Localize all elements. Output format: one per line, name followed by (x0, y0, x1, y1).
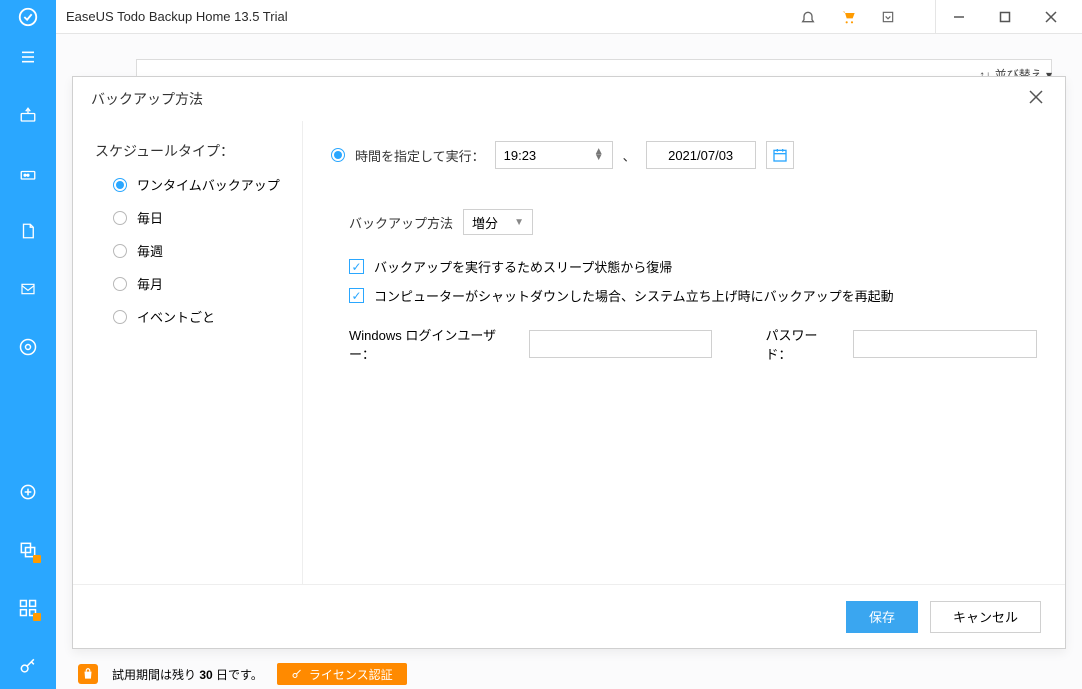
dialog-footer: 保存 キャンセル (73, 584, 1065, 648)
time-value: 19:23 (504, 148, 537, 163)
bag-icon (78, 664, 98, 684)
backup-method-dialog: バックアップ方法 スケジュールタイプ： ワンタイムバックアップ 毎日 毎週 毎月… (72, 76, 1066, 649)
radio-selected-icon (113, 178, 127, 192)
dialog-header: バックアップ方法 (73, 77, 1065, 121)
wake-checkbox-label: バックアップを実行するためスリープ状態から復帰 (374, 257, 672, 276)
date-separator: 、 (623, 146, 636, 165)
backup-method-row: バックアップ方法 増分 ▼ (349, 209, 1037, 235)
radio-icon (113, 244, 127, 258)
activate-label: ライセンス認証 (309, 666, 393, 683)
radio-icon (113, 211, 127, 225)
restart-checkbox[interactable]: ✓ (349, 288, 364, 303)
disk-backup-icon[interactable] (17, 104, 39, 126)
calendar-button[interactable] (766, 141, 794, 169)
main-area: ↑↓ 並び替え ▾ ▾ バックアップ方法 スケジュールタイプ： ワンタイムバック… (56, 34, 1082, 689)
chevron-down-icon: ▼ (514, 217, 524, 228)
win-user-label: Windows ログインユーザー： (349, 325, 517, 363)
close-icon[interactable] (1025, 86, 1047, 113)
win-user-input[interactable] (529, 330, 713, 358)
backup-method-value: 増分 (472, 213, 498, 232)
sidebar (0, 34, 56, 689)
titlebar-left: EaseUS Todo Backup Home 13.5 Trial (0, 0, 799, 34)
file-backup-icon[interactable] (17, 220, 39, 242)
tools-icon[interactable] (17, 597, 39, 619)
time-input[interactable]: 19:23 ▲▼ (495, 141, 613, 169)
title-actions (799, 0, 1074, 34)
schedule-weekly-label: 毎週 (137, 241, 163, 260)
radio-icon (113, 277, 127, 291)
schedule-daily[interactable]: 毎日 (113, 208, 290, 227)
schedule-event-label: イベントごと (137, 307, 215, 326)
restart-checkbox-row: ✓ コンピューターがシャットダウンした場合、システム立ち上げ時にバックアップを再… (349, 286, 1037, 305)
app-title: EaseUS Todo Backup Home 13.5 Trial (66, 9, 288, 24)
app-logo (0, 0, 56, 34)
dialog-title: バックアップ方法 (91, 89, 203, 109)
system-backup-icon[interactable] (17, 162, 39, 184)
key-icon[interactable] (17, 655, 39, 677)
credentials-row: Windows ログインユーザー： パスワード： (349, 325, 1037, 363)
schedule-type-list: ワンタイムバックアップ 毎日 毎週 毎月 イベントごと (95, 175, 290, 326)
schedule-monthly[interactable]: 毎月 (113, 274, 290, 293)
schedule-type-panel: スケジュールタイプ： ワンタイムバックアップ 毎日 毎週 毎月 イベントごと (73, 121, 303, 584)
backup-method-label: バックアップ方法 (349, 213, 453, 232)
bell-icon[interactable] (799, 8, 817, 26)
schedule-daily-label: 毎日 (137, 208, 163, 227)
save-button[interactable]: 保存 (846, 601, 918, 633)
backup-method-select[interactable]: 増分 ▼ (463, 209, 533, 235)
clone-icon[interactable] (17, 539, 39, 561)
activate-button[interactable]: ライセンス認証 (277, 663, 407, 685)
password-input[interactable] (853, 330, 1037, 358)
key-icon (291, 668, 303, 680)
schedule-monthly-label: 毎月 (137, 274, 163, 293)
schedule-weekly[interactable]: 毎週 (113, 241, 290, 260)
cart-icon[interactable] (839, 8, 857, 26)
schedule-type-label: スケジュールタイプ： (95, 141, 290, 161)
wake-checkbox-row: ✓ バックアップを実行するためスリープ状態から復帰 (349, 257, 1037, 276)
time-spinner-icon[interactable]: ▲▼ (594, 149, 604, 161)
sync-icon[interactable] (17, 481, 39, 503)
schedule-event[interactable]: イベントごと (113, 307, 290, 326)
schedule-settings-panel: 時間を指定して実行： 19:23 ▲▼ 、 2021/07/03 バックアップ方… (303, 121, 1065, 584)
time-execute-radio[interactable] (331, 148, 345, 162)
maximize-button[interactable] (982, 0, 1028, 34)
close-button[interactable] (1028, 0, 1074, 34)
mail-backup-icon[interactable] (17, 278, 39, 300)
restart-checkbox-label: コンピューターがシャットダウンした場合、システム立ち上げ時にバックアップを再起動 (374, 286, 894, 305)
date-input[interactable]: 2021/07/03 (646, 141, 756, 169)
menu-icon[interactable] (17, 46, 39, 68)
titlebar: EaseUS Todo Backup Home 13.5 Trial (0, 0, 1082, 34)
smart-backup-icon[interactable] (17, 336, 39, 358)
trial-bar: 試用期間は残り 30 日です。 ライセンス認証 (78, 663, 407, 685)
minimize-button[interactable] (936, 0, 982, 34)
time-execute-row: 時間を指定して実行： 19:23 ▲▼ 、 2021/07/03 (331, 141, 1037, 169)
dialog-body: スケジュールタイプ： ワンタイムバックアップ 毎日 毎週 毎月 イベントごと 時… (73, 121, 1065, 584)
wake-checkbox[interactable]: ✓ (349, 259, 364, 274)
window-controls (935, 0, 1074, 34)
dropdown-icon[interactable] (879, 8, 897, 26)
schedule-onetime-label: ワンタイムバックアップ (137, 175, 280, 194)
trial-text: 試用期間は残り 30 日です。 (112, 666, 263, 683)
password-label: パスワード： (766, 325, 842, 363)
cancel-button[interactable]: キャンセル (930, 601, 1041, 633)
schedule-onetime[interactable]: ワンタイムバックアップ (113, 175, 290, 194)
radio-icon (113, 310, 127, 324)
time-execute-label: 時間を指定して実行： (355, 146, 485, 165)
